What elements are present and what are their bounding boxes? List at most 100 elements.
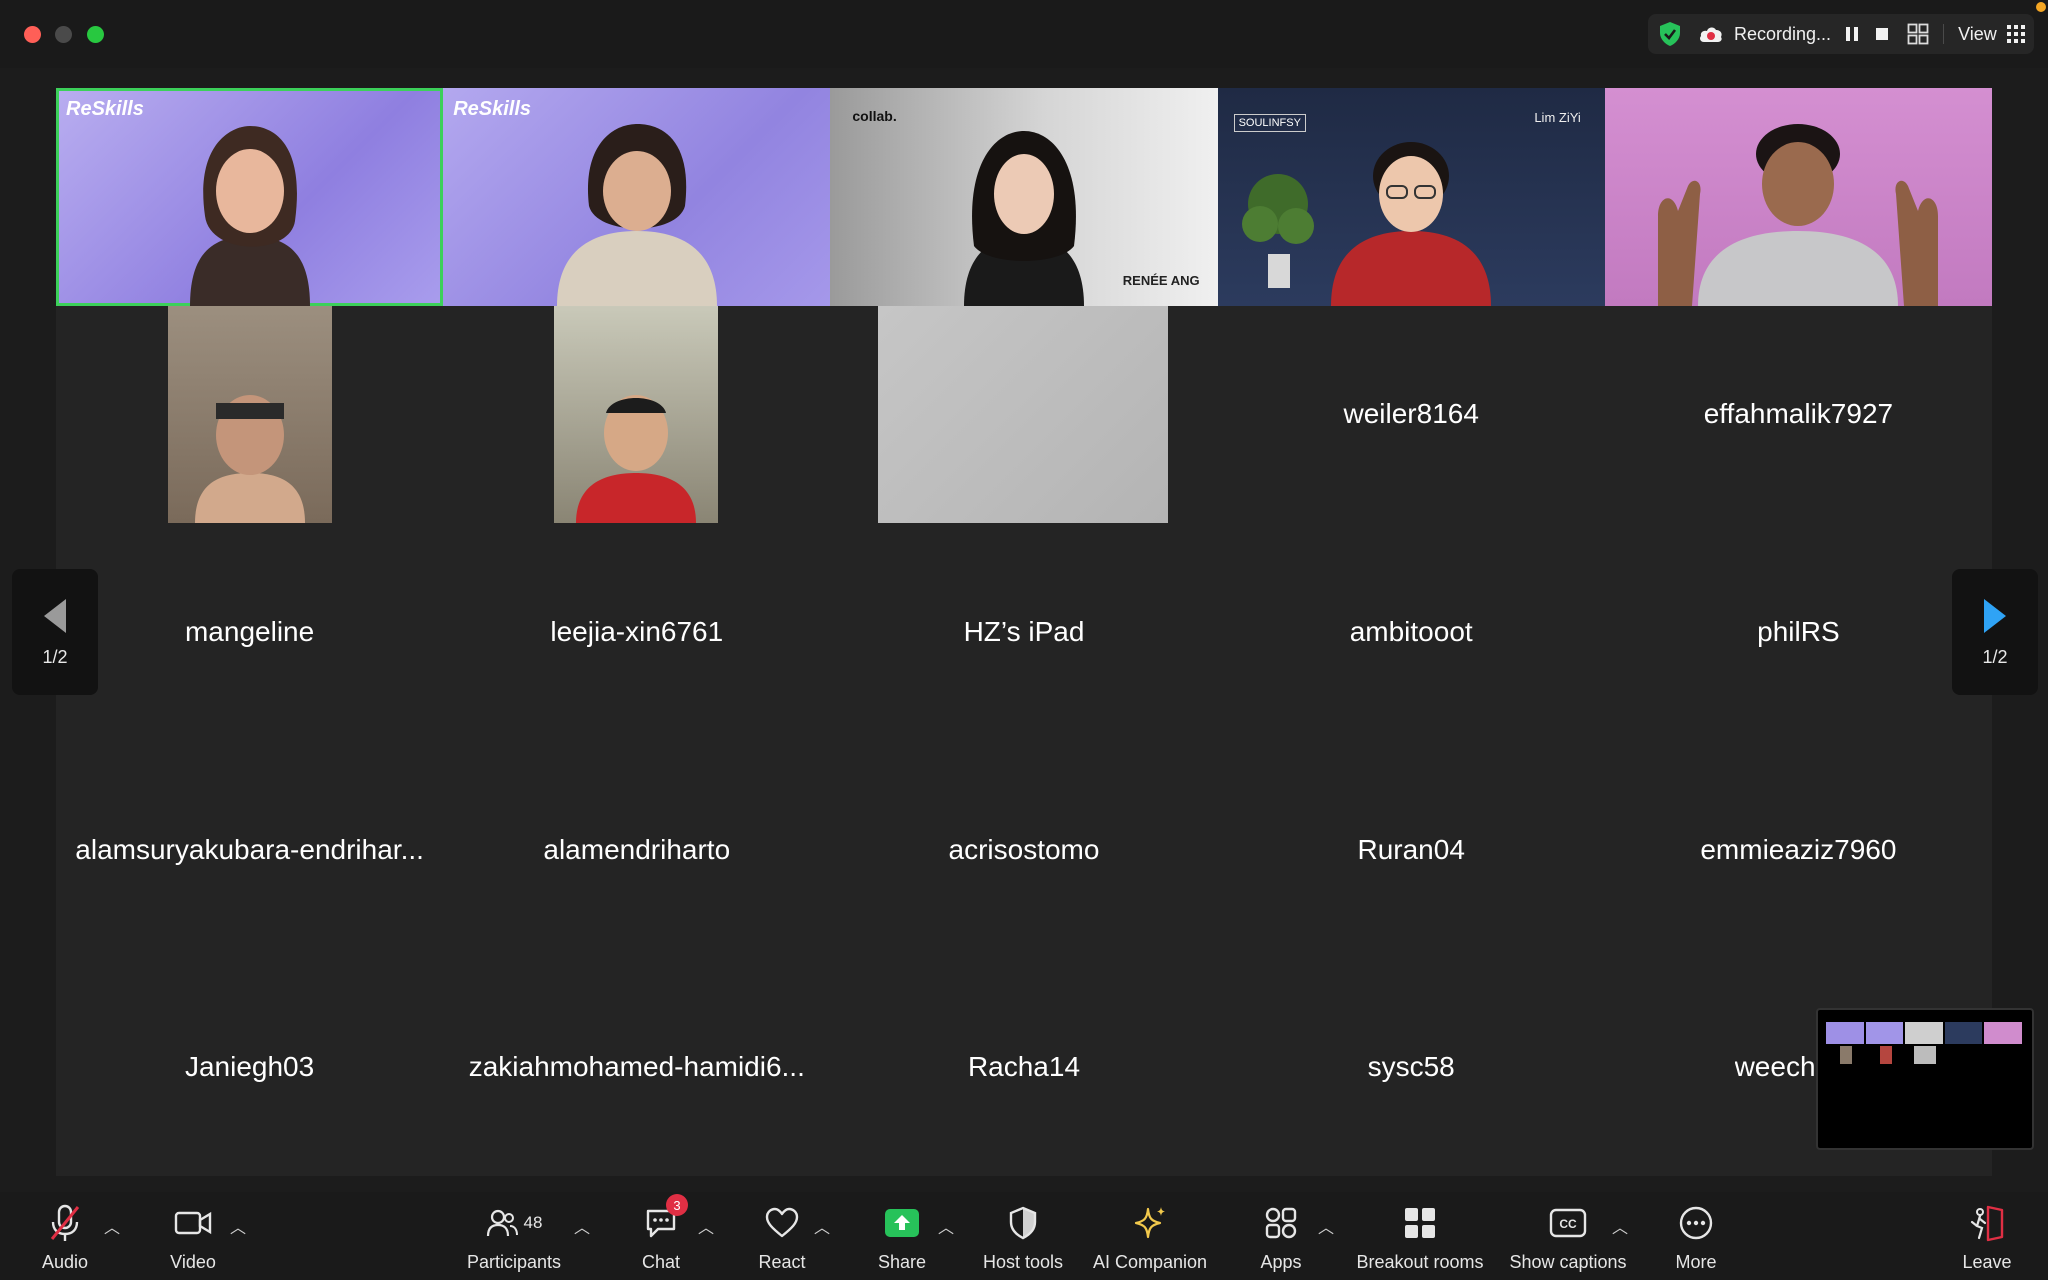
virtual-background-logo: collab. bbox=[852, 108, 897, 124]
leave-meeting-button[interactable]: Leave bbox=[1962, 1202, 2012, 1273]
participant-tile[interactable]: HZ’s iPad bbox=[830, 523, 1217, 741]
participant-video-icon bbox=[189, 125, 310, 306]
participant-tile[interactable]: ambitooot bbox=[1218, 523, 1605, 741]
video-tile-participant[interactable] bbox=[1604, 88, 1992, 306]
video-tile-participant[interactable]: SOULINFSY Lim ZiYi bbox=[1217, 88, 1605, 306]
pause-recording-icon[interactable] bbox=[1845, 26, 1859, 42]
virtual-background-logo: ReSkills bbox=[66, 98, 144, 120]
participant-video-icon bbox=[963, 130, 1084, 306]
chevron-right-icon bbox=[1984, 598, 2006, 633]
video-button[interactable]: Video bbox=[166, 1202, 220, 1273]
video-tile-participant[interactable]: ReSkills bbox=[443, 88, 831, 306]
video-tile-participant[interactable]: collab. RENÉE ANG bbox=[830, 88, 1218, 306]
participant-tile[interactable]: Janiegh03 bbox=[56, 958, 443, 1176]
shield-icon bbox=[1009, 1206, 1037, 1240]
chat-button[interactable]: 3 Chat bbox=[636, 1194, 688, 1273]
participant-name: HZ’s iPad bbox=[963, 615, 1085, 647]
participant-tile[interactable]: weiler8164 bbox=[1218, 306, 1605, 524]
share-options-chevron-icon[interactable]: ︿ bbox=[938, 1214, 954, 1238]
participant-name: emmieaziz7960 bbox=[1700, 833, 1897, 865]
meeting-toolbar: Audio ︿ Video ︿ 48 Participants ︿ 3 Chat… bbox=[0, 1192, 2048, 1280]
video-camera-icon bbox=[174, 1211, 212, 1235]
participant-video bbox=[168, 305, 332, 523]
video-label: Video bbox=[170, 1252, 216, 1272]
breakout-rooms-button[interactable]: Breakout rooms bbox=[1354, 1202, 1486, 1273]
minimize-window-button[interactable] bbox=[55, 26, 72, 43]
participant-tile[interactable]: zakiahmohamed-hamidi6... bbox=[443, 958, 830, 1176]
participant-tile[interactable]: Racha14 bbox=[830, 958, 1217, 1176]
gallery-layout-icon[interactable] bbox=[1907, 23, 1929, 45]
cloud-record-icon bbox=[1698, 24, 1724, 44]
participant-tile[interactable]: leejia-xin6761 bbox=[443, 523, 830, 741]
participant-tile[interactable]: emmieaziz7960 bbox=[1605, 741, 1992, 959]
virtual-background-caption: Lim ZiYi bbox=[1534, 110, 1581, 125]
participants-label: Participants bbox=[466, 1252, 562, 1272]
react-options-chevron-icon[interactable]: ︿ bbox=[814, 1214, 830, 1238]
apps-button[interactable]: Apps bbox=[1254, 1202, 1308, 1273]
participant-tile[interactable]: acrisostomo bbox=[830, 741, 1217, 959]
close-window-button[interactable] bbox=[24, 26, 41, 43]
toolbar-divider bbox=[1943, 24, 1945, 44]
chevron-left-icon bbox=[44, 598, 66, 633]
participant-tile[interactable]: Ruran04 bbox=[1218, 741, 1605, 959]
grid-view-icon[interactable] bbox=[2006, 25, 2025, 43]
participant-tile[interactable]: sysc58 bbox=[1218, 958, 1605, 1176]
participant-name: effahmalik7927 bbox=[1703, 398, 1894, 430]
participant-tile[interactable]: philRS bbox=[1605, 523, 1992, 741]
participant-video-icon bbox=[556, 123, 717, 306]
participant-name: acrisostomo bbox=[948, 833, 1100, 865]
react-label: React bbox=[758, 1252, 806, 1272]
stop-recording-icon[interactable] bbox=[1875, 27, 1889, 41]
apps-label: Apps bbox=[1260, 1252, 1302, 1272]
ai-companion-button[interactable]: AI Companion bbox=[1090, 1202, 1210, 1273]
next-page-button[interactable]: 1/2 bbox=[1952, 569, 2038, 695]
page-indicator: 1/2 bbox=[1982, 646, 2008, 667]
audio-options-chevron-icon[interactable]: ︿ bbox=[104, 1214, 120, 1238]
window-titlebar: Recording... View bbox=[0, 0, 2048, 68]
participant-name: Ruran04 bbox=[1357, 833, 1465, 865]
react-button[interactable]: React bbox=[756, 1202, 808, 1273]
participants-options-chevron-icon[interactable]: ︿ bbox=[574, 1214, 590, 1238]
participant-tile[interactable]: alamendriharto bbox=[443, 741, 830, 959]
show-captions-button[interactable]: CC Show captions bbox=[1508, 1202, 1628, 1273]
participant-video bbox=[878, 305, 1169, 523]
participant-tile[interactable] bbox=[56, 305, 443, 524]
participant-name: Janiegh03 bbox=[184, 1051, 315, 1083]
video-options-chevron-icon[interactable]: ︿ bbox=[230, 1214, 246, 1238]
video-tile-speaker[interactable]: ReSkills bbox=[56, 88, 444, 306]
apps-options-chevron-icon[interactable]: ︿ bbox=[1318, 1214, 1334, 1238]
participant-tile[interactable]: effahmalik7927 bbox=[1605, 306, 1992, 524]
more-button[interactable]: More bbox=[1670, 1202, 1722, 1273]
chat-options-chevron-icon[interactable]: ︿ bbox=[698, 1214, 714, 1238]
participant-tile[interactable]: alamsuryakubara-endrihar... bbox=[56, 741, 443, 959]
shield-check-icon[interactable] bbox=[1658, 21, 1682, 47]
participant-name: leejia-xin6761 bbox=[550, 615, 724, 647]
audio-button[interactable]: Audio bbox=[38, 1202, 92, 1273]
show-captions-label: Show captions bbox=[1509, 1252, 1627, 1272]
maximize-window-button[interactable] bbox=[87, 26, 104, 43]
svg-text:CC: CC bbox=[1559, 1217, 1577, 1231]
participant-video-icon bbox=[1331, 141, 1492, 306]
participant-video bbox=[554, 305, 719, 523]
breakout-rooms-label: Breakout rooms bbox=[1356, 1252, 1484, 1272]
participants-button[interactable]: 48 Participants bbox=[464, 1202, 564, 1273]
participant-name: sysc58 bbox=[1367, 1051, 1455, 1083]
participant-name: alamsuryakubara-endrihar... bbox=[75, 833, 424, 865]
previous-page-button[interactable]: 1/2 bbox=[12, 569, 98, 695]
participant-tile[interactable]: mangeline bbox=[56, 523, 443, 741]
view-button[interactable]: View bbox=[1958, 24, 1997, 45]
ai-companion-label: AI Companion bbox=[1092, 1252, 1208, 1272]
share-screen-button[interactable]: Share bbox=[876, 1202, 928, 1273]
participants-icon bbox=[486, 1209, 518, 1237]
captions-options-chevron-icon[interactable]: ︿ bbox=[1612, 1214, 1628, 1238]
meeting-thumbnail-preview[interactable] bbox=[1816, 1008, 2034, 1150]
thumbnail-video bbox=[1840, 1046, 1852, 1064]
host-tools-button[interactable]: Host tools bbox=[980, 1202, 1066, 1273]
participant-tile[interactable] bbox=[443, 305, 830, 524]
chat-unread-badge: 3 bbox=[666, 1194, 688, 1216]
thumbnail-video-row bbox=[1826, 1022, 2022, 1044]
closed-captions-icon: CC bbox=[1549, 1208, 1587, 1238]
sparkle-icon bbox=[1134, 1207, 1165, 1239]
audio-label: Audio bbox=[41, 1252, 89, 1272]
participant-tile[interactable] bbox=[830, 305, 1217, 524]
